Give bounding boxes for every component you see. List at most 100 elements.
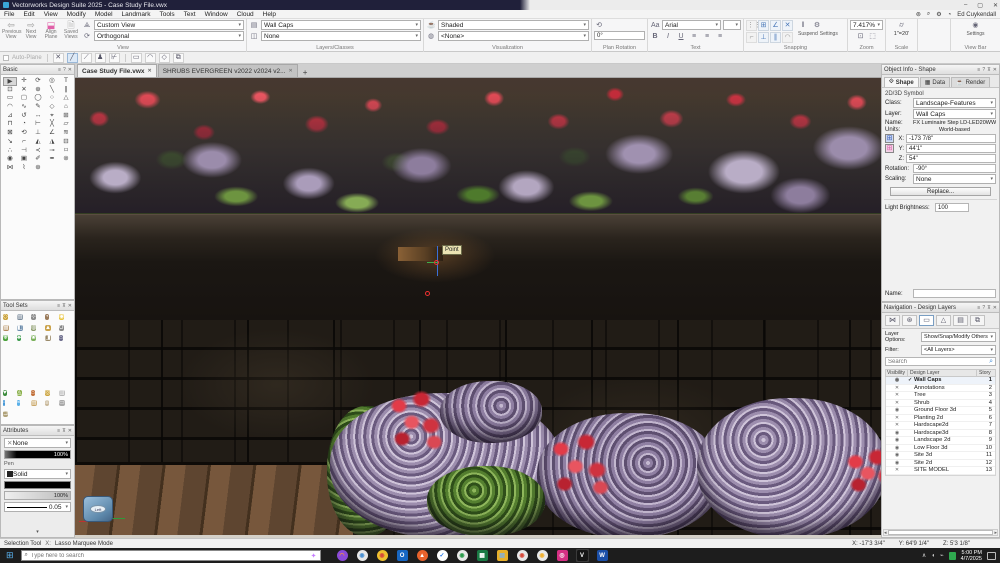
palette-pin-icon[interactable]: ⊼	[987, 305, 991, 311]
fill-style-select[interactable]: ✕None	[4, 438, 71, 448]
palette-close-icon[interactable]: ✕	[68, 303, 72, 309]
selection-tool[interactable]: ▶	[3, 77, 17, 86]
font-select[interactable]: Arial	[662, 20, 721, 30]
palette-close-icon[interactable]: ✕	[993, 67, 997, 73]
menu-view[interactable]: View	[44, 11, 58, 18]
visibility-eye-icon[interactable]: ◉	[886, 445, 908, 451]
action-center-icon[interactable]	[987, 552, 996, 560]
grading-toolset[interactable]: ◎	[45, 389, 59, 400]
visibility-off-icon[interactable]: ✕	[886, 392, 908, 398]
italic-button[interactable]: I	[663, 31, 673, 41]
palette-help-icon[interactable]: ?	[982, 305, 985, 311]
landscape-wall-toolset[interactable]: ◬	[17, 389, 31, 400]
scaling-select[interactable]: None	[913, 174, 996, 184]
layer-name[interactable]: Low Floor 3d	[914, 445, 979, 451]
oval-tool[interactable]: ◯	[31, 94, 45, 103]
taskbar-icon-vectorworks[interactable]: V	[576, 549, 589, 562]
spiral-tool[interactable]: ⌇	[17, 164, 31, 173]
plan-rotation-icon[interactable]: ⟲	[594, 20, 604, 30]
snap-object-icon[interactable]: ⊞	[758, 20, 769, 31]
y-coordinate-field[interactable]: 44'1"	[906, 144, 996, 153]
trim-tool[interactable]: ⊢	[31, 120, 45, 129]
layer-row[interactable]: ✕Hardscape2d7	[886, 422, 995, 430]
palette-help-icon[interactable]: ?	[982, 67, 985, 73]
suspend-snapping-icon[interactable]: ‖	[798, 20, 808, 30]
detailing-toolset[interactable]: ◔	[45, 313, 59, 324]
flyover-tool[interactable]: ⟳	[31, 77, 45, 86]
pen-color-swatch[interactable]	[4, 481, 71, 489]
maximize-button[interactable]: ▢	[977, 2, 983, 9]
palette-menu-icon[interactable]: ≡	[977, 67, 980, 73]
document-tab[interactable]: SHRUBS EVERGREEN v2022 v2024 v2...✕	[158, 64, 298, 77]
layer-name[interactable]: Hardscape3d	[914, 430, 979, 436]
split-tool[interactable]: ╳	[45, 120, 59, 129]
connect-tool[interactable]: ◮	[45, 138, 59, 147]
visibility-eye-icon[interactable]: ◉	[886, 430, 908, 436]
replace-button[interactable]: Replace...	[890, 187, 991, 196]
survey-toolset[interactable]: ▥	[59, 389, 73, 400]
taskbar-icon-file-explorer[interactable]: ▤	[496, 549, 509, 562]
walkthrough-icon[interactable]: ♟	[95, 53, 106, 63]
layer-row[interactable]: ✕Planting 2d6	[886, 415, 995, 423]
stake-tool[interactable]: ⌑	[59, 147, 73, 156]
pan-tool[interactable]: ✛	[17, 77, 31, 86]
snap-settings-gear-icon[interactable]: ⚙	[812, 20, 822, 30]
freehand-tool[interactable]: ∿	[17, 103, 31, 112]
delete-tool[interactable]: ✕	[17, 86, 31, 95]
unrestricted-mode-icon[interactable]: ╱	[67, 53, 78, 63]
network-icon[interactable]: ⌁	[940, 552, 944, 559]
visibility-off-icon[interactable]: ✕	[886, 385, 908, 391]
tab-shape[interactable]: ⟐Shape	[884, 77, 919, 87]
start-button[interactable]: ⊞	[2, 550, 18, 561]
layer-select[interactable]: Wall Caps	[913, 109, 996, 119]
close-button[interactable]: ✕	[993, 2, 998, 9]
axes-mode-icon[interactable]: ⊬	[109, 53, 120, 63]
layer-name[interactable]: Wall Caps	[914, 377, 979, 383]
menu-landmark[interactable]: Landmark	[122, 11, 151, 18]
layer-name[interactable]: Tree	[914, 392, 979, 398]
trees-toolset[interactable]: ♣	[17, 334, 31, 345]
structural-toolset[interactable]: Ʊ	[59, 324, 73, 335]
lighting-toolset[interactable]: ◉	[59, 313, 73, 324]
layer-row[interactable]: ✕Annotations2	[886, 385, 995, 393]
pen-style-select[interactable]: Solid	[4, 469, 71, 479]
taskbar-icon-instagram[interactable]: ◎	[556, 549, 569, 562]
account-name[interactable]: Ed Cuykendall	[957, 12, 996, 18]
layer-search-input[interactable]	[888, 359, 989, 365]
angle-tool[interactable]: ∠	[45, 129, 59, 138]
resize-tool[interactable]: ↘	[3, 138, 17, 147]
taskbar-clock[interactable]: 5:00 PM 4/7/2025	[961, 550, 982, 562]
disable-interactive-icon[interactable]: ✕	[53, 53, 64, 63]
rotate-plan-icon[interactable]: ⟳	[82, 31, 92, 41]
vpn-lock-icon[interactable]	[949, 552, 956, 560]
render-mode-select[interactable]: Shaded	[438, 20, 589, 30]
grid-tool[interactable]: ≖	[45, 155, 59, 164]
fencing-toolset[interactable]: ▭	[59, 399, 73, 410]
attributes-expand-icon[interactable]: ▾	[1, 529, 74, 535]
layer-row[interactable]: ◉✓Wall Caps1	[886, 377, 995, 385]
eyedropper-tool[interactable]: ◉	[3, 155, 17, 164]
menu-cloud[interactable]: Cloud	[237, 11, 254, 18]
hardscape-toolset[interactable]: ◨	[45, 334, 59, 345]
fit-page-icon[interactable]: ⬚	[868, 31, 878, 41]
coord-mode-blue-icon[interactable]: ⊞	[885, 134, 894, 143]
nav-tab-sheet-layers-icon[interactable]: △	[936, 315, 951, 326]
layer-name[interactable]: Annotations	[914, 385, 979, 391]
snap-edge-icon[interactable]: ⌐	[746, 32, 757, 43]
menu-help[interactable]: Help	[263, 11, 276, 18]
layer-name[interactable]: Site 2d	[914, 460, 979, 466]
tab-close-icon[interactable]: ✕	[148, 68, 152, 74]
fillet-tool[interactable]: ◔	[17, 120, 31, 129]
menu-edit[interactable]: Edit	[23, 11, 34, 18]
visibility-eye-icon[interactable]: ◉	[886, 460, 908, 466]
working-plane-icon[interactable]: ⟁	[82, 20, 92, 30]
navigation-header[interactable]: Navigation - Design Layers ≡ ? ⊼ ✕	[882, 303, 999, 313]
zoom-level-select[interactable]: 7.417%	[850, 20, 883, 30]
compass-tool[interactable]: ⊚	[59, 155, 73, 164]
polyline-tool[interactable]: ✎	[31, 103, 45, 112]
rounded-rectangle-tool[interactable]: ▢	[17, 94, 31, 103]
rotate-tool[interactable]: ↺	[17, 112, 31, 121]
render-mode-icon[interactable]: ☕	[426, 20, 436, 30]
dims-notes-toolset[interactable]: ⊹	[31, 313, 45, 324]
layer-name[interactable]: Planting 2d	[914, 415, 979, 421]
